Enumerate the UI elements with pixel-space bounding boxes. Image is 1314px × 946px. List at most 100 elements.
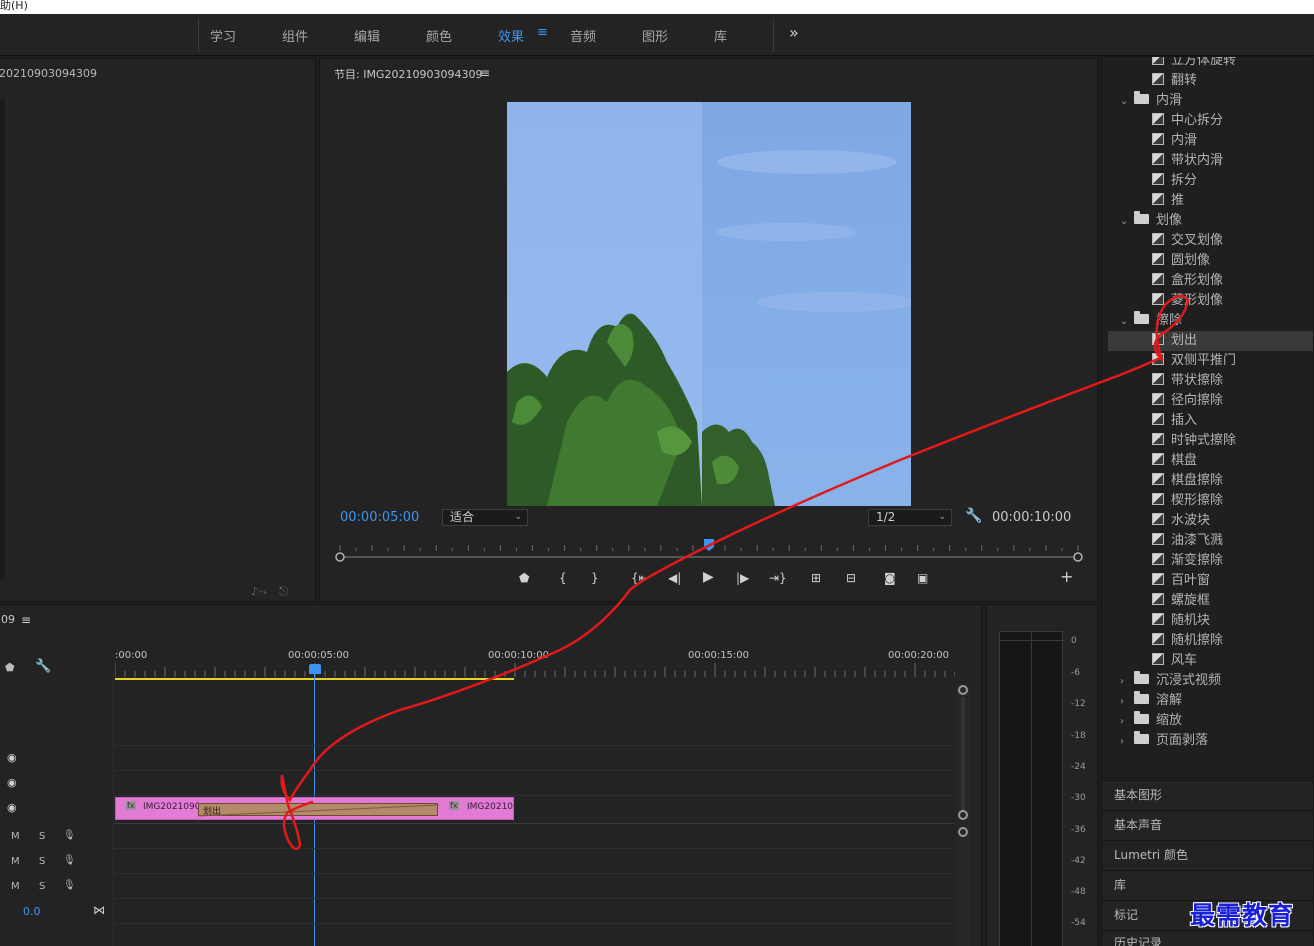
effects-item[interactable]: 水波块 (1152, 511, 1210, 531)
marker-icon[interactable]: ⬟ (5, 661, 15, 674)
effects-folder[interactable]: ⌄ 划像 (1120, 211, 1182, 231)
solo-button[interactable]: S (39, 881, 45, 892)
timeline-menu-icon[interactable]: ≡ (21, 613, 31, 627)
effects-item[interactable]: 内滑 (1152, 131, 1197, 151)
eye-icon[interactable]: ◉ (7, 776, 17, 789)
workspace-overflow-icon[interactable]: » (789, 23, 799, 42)
program-current-timecode[interactable]: 00:00:05:00 (340, 510, 419, 525)
program-monitor-title[interactable]: 节目: IMG20210903094309 (334, 66, 482, 82)
effects-item[interactable]: 圆划像 (1152, 251, 1210, 271)
wrench-icon[interactable]: 🔧 (35, 659, 51, 674)
mute-button[interactable]: M (11, 831, 20, 842)
effects-item[interactable]: 中心拆分 (1152, 111, 1223, 131)
effects-item[interactable]: 拆分 (1152, 171, 1197, 191)
step-forward-icon[interactable]: |▶ (736, 571, 749, 585)
effects-item[interactable]: 径向擦除 (1152, 391, 1223, 411)
insert-icon[interactable]: ♪⤳ (251, 585, 267, 599)
effects-item[interactable]: 渐变擦除 (1152, 551, 1223, 571)
effects-item[interactable]: 菱形划像 (1152, 291, 1223, 311)
chevron-down-icon[interactable]: ⌄ (1120, 212, 1134, 232)
effects-folder[interactable]: ⌄ 擦除 (1120, 311, 1182, 331)
add-button-icon[interactable]: + (1060, 567, 1073, 586)
effects-item[interactable]: 盒形划像 (1152, 271, 1223, 291)
program-monitor-menu-icon[interactable]: ≡ (480, 66, 490, 80)
microphone-icon[interactable]: 🎙 (63, 880, 76, 891)
effects-item[interactable]: 带状擦除 (1152, 371, 1223, 391)
chevron-right-icon[interactable]: › (1120, 672, 1134, 692)
chevron-right-icon[interactable]: › (1120, 712, 1134, 732)
effects-folder[interactable]: › 页面剥落 (1120, 731, 1208, 751)
effects-folder[interactable]: › 沉浸式视频 (1120, 671, 1221, 691)
chevron-down-icon[interactable]: ⌄ (1120, 312, 1134, 332)
master-volume-value[interactable]: 0.0 (23, 905, 41, 918)
lift-icon[interactable]: ⊞ (811, 571, 821, 585)
effects-item[interactable]: 划出 (1152, 331, 1197, 351)
mark-out-icon[interactable]: } (591, 571, 599, 585)
effects-item[interactable]: 随机擦除 (1152, 631, 1223, 651)
chevron-right-icon[interactable]: › (1120, 732, 1134, 752)
mute-button[interactable]: M (11, 881, 20, 892)
workspace-tab-color[interactable]: 颜色 (426, 26, 452, 45)
bowtie-icon[interactable]: ⋈ (93, 903, 105, 917)
effects-item[interactable]: 楔形擦除 (1152, 491, 1223, 511)
panel-lumetri-color[interactable]: Lumetri 颜色 (1114, 846, 1188, 863)
play-icon[interactable]: ▶ (703, 569, 714, 585)
effects-item[interactable]: 带状内滑 (1152, 151, 1223, 171)
effects-folder[interactable]: › 缩放 (1120, 711, 1182, 731)
effects-item[interactable]: 交叉划像 (1152, 231, 1223, 251)
timeline-vertical-scrollbar[interactable] (956, 683, 970, 946)
scroll-handle-top[interactable] (958, 827, 968, 837)
effects-folder[interactable]: › 溶解 (1120, 691, 1182, 711)
sequence-tab[interactable]: 09 (1, 613, 15, 626)
effects-item[interactable]: 推 (1152, 191, 1184, 211)
go-to-out-icon[interactable]: ⇥} (769, 571, 787, 585)
solo-button[interactable]: S (39, 831, 45, 842)
microphone-icon[interactable]: 🎙 (63, 855, 76, 866)
effects-item[interactable]: 棋盘 (1152, 451, 1197, 471)
transition-wipe[interactable]: 划出 (198, 803, 439, 817)
effects-item[interactable]: 随机块 (1152, 611, 1210, 631)
eye-icon[interactable]: ◉ (7, 751, 17, 764)
eye-icon[interactable]: ◉ (7, 801, 17, 814)
panel-essential-graphics[interactable]: 基本图形 (1114, 786, 1162, 803)
timeline-playhead-handle[interactable] (309, 664, 321, 674)
workspace-tab-learn[interactable]: 学习 (210, 26, 236, 45)
effects-item[interactable]: 油漆飞溅 (1152, 531, 1223, 551)
add-marker-icon[interactable]: ⬟ (519, 571, 529, 585)
effects-item[interactable]: 螺旋框 (1152, 591, 1210, 611)
effects-item[interactable]: 立方体旋转 (1152, 57, 1236, 71)
effects-item[interactable]: 风车 (1152, 651, 1197, 671)
scroll-thumb[interactable] (961, 697, 965, 811)
effects-folder[interactable]: ⌄ 内滑 (1120, 91, 1182, 111)
workspace-tab-libraries[interactable]: 库 (714, 26, 727, 45)
scroll-handle-top[interactable] (958, 685, 968, 695)
playback-resolution-select[interactable]: 1/2 ⌄ (868, 509, 952, 526)
effects-item[interactable]: 时钟式擦除 (1152, 431, 1236, 451)
step-back-icon[interactable]: ◀| (668, 571, 681, 585)
workspace-tab-editing[interactable]: 编辑 (354, 26, 380, 45)
program-mini-timeline[interactable] (334, 535, 1084, 565)
wrench-icon[interactable]: 🔧 (965, 508, 982, 524)
chevron-down-icon[interactable]: ⌄ (1120, 92, 1134, 112)
mark-in-icon[interactable]: { (559, 571, 567, 585)
workspace-tab-effects[interactable]: 效果 (498, 26, 524, 45)
menu-help[interactable]: 助(H) (0, 0, 28, 12)
camera-icon[interactable]: ◙ (884, 571, 896, 585)
video-clip[interactable]: fx IMG2021090 划出 fx IMG20210 (115, 797, 514, 820)
panel-markers[interactable]: 标记 (1114, 906, 1138, 923)
source-monitor-title[interactable]: 20210903094309 (0, 67, 97, 80)
workspace-menu-icon[interactable]: ≡ (537, 25, 548, 40)
solo-button[interactable]: S (39, 856, 45, 867)
workspace-tab-audio[interactable]: 音频 (570, 26, 596, 45)
effects-item[interactable]: 插入 (1152, 411, 1197, 431)
workspace-tab-assembly[interactable]: 组件 (282, 26, 308, 45)
export-frame-icon[interactable]: ⎋ (279, 584, 289, 599)
effects-item[interactable]: 棋盘擦除 (1152, 471, 1223, 491)
panel-essential-sound[interactable]: 基本声音 (1114, 816, 1162, 833)
chevron-right-icon[interactable]: › (1120, 692, 1134, 712)
extract-icon[interactable]: ⊟ (846, 571, 856, 585)
mute-button[interactable]: M (11, 856, 20, 867)
timeline-ruler[interactable] (115, 663, 955, 681)
effects-item[interactable]: 百叶窗 (1152, 571, 1210, 591)
effects-item[interactable]: 双侧平推门 (1152, 351, 1236, 371)
